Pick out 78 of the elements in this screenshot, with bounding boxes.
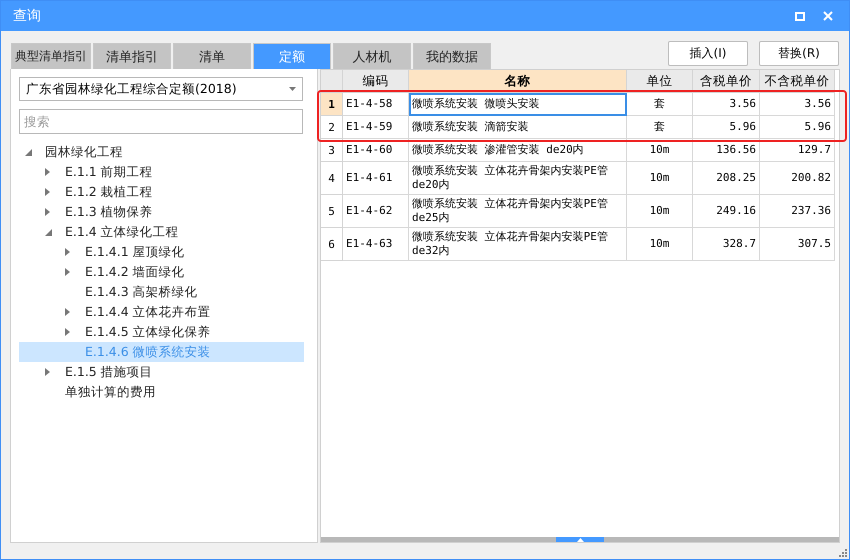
collapsed-caret-icon[interactable] <box>45 368 50 376</box>
table-cell: 微喷系统安装 滴箭安装 <box>409 116 627 139</box>
table-cell: 微喷系统安装 立体花卉骨架内安装PE管de20内 <box>409 162 627 195</box>
table-cell: E1-4-59 <box>343 116 409 139</box>
table-cell: E1-4-60 <box>343 139 409 162</box>
row-number[interactable]: 2 <box>321 116 343 139</box>
tree-item[interactable]: E.1.3 植物保养 <box>19 202 304 222</box>
table-cell: 10m <box>627 228 693 261</box>
table-cell: 249.16 <box>693 195 760 228</box>
tree-item[interactable]: E.1.5 措施项目 <box>19 362 304 382</box>
table-cell: 136.56 <box>693 139 760 162</box>
table-cell: 5.96 <box>760 116 835 139</box>
tree-item[interactable]: E.1.4.4 立体花卉布置 <box>19 302 304 322</box>
tree-item[interactable]: E.1.1 前期工程 <box>19 162 304 182</box>
table-cell: 3.56 <box>760 93 835 116</box>
table-cell: E1-4-62 <box>343 195 409 228</box>
action-button[interactable]: 插入(I) <box>668 41 748 66</box>
table-cell: 套 <box>627 116 693 139</box>
column-header[interactable]: 不含税单价 <box>760 70 835 93</box>
maximize-icon <box>795 12 805 20</box>
collapsed-caret-icon[interactable] <box>45 208 50 216</box>
column-header[interactable]: 含税单价 <box>693 70 760 93</box>
dropdown-caret-icon <box>289 87 296 91</box>
table-cell: 微喷系统安装 微喷头安装 <box>409 93 627 116</box>
row-number[interactable]: 5 <box>321 195 343 228</box>
table-cell: 307.5 <box>760 228 835 261</box>
close-icon <box>823 11 833 21</box>
tree-item[interactable]: E.1.2 栽植工程 <box>19 182 304 202</box>
column-header[interactable]: 单位 <box>627 70 693 93</box>
row-number[interactable]: 3 <box>321 139 343 162</box>
tree-item[interactable]: 园林绿化工程 <box>19 142 304 162</box>
row-number[interactable]: 1 <box>321 93 343 116</box>
search-field[interactable]: 搜索 <box>19 109 303 134</box>
collapsed-caret-icon[interactable] <box>45 168 50 176</box>
collapsed-caret-icon[interactable] <box>65 328 70 336</box>
table-cell: E1-4-63 <box>343 228 409 261</box>
column-header[interactable]: 名称 <box>409 70 627 93</box>
collapsed-caret-icon[interactable] <box>65 248 70 256</box>
table-cell: E1-4-61 <box>343 162 409 195</box>
tree-item[interactable]: E.1.4.3 高架桥绿化 <box>19 282 304 302</box>
tree-item[interactable]: E.1.4.2 墙面绿化 <box>19 262 304 282</box>
tab[interactable]: 清单指引 <box>93 43 171 69</box>
tree-item[interactable]: E.1.4.5 立体绿化保养 <box>19 322 304 342</box>
table-cell: 10m <box>627 195 693 228</box>
collapsed-caret-icon[interactable] <box>45 188 50 196</box>
table-cell: 微喷系统安装 立体花卉骨架内安装PE管de32内 <box>409 228 627 261</box>
table-cell: 10m <box>627 139 693 162</box>
table-cell: E1-4-58 <box>343 93 409 116</box>
table-cell: 200.82 <box>760 162 835 195</box>
tree-item[interactable]: 单独计算的费用 <box>19 382 304 402</box>
table-cell: 129.7 <box>760 139 835 162</box>
row-number[interactable]: 6 <box>321 228 343 261</box>
expanded-caret-icon[interactable] <box>45 228 52 236</box>
collapsed-caret-icon[interactable] <box>65 308 70 316</box>
tree-item[interactable]: E.1.4 立体绿化工程 <box>19 222 304 242</box>
table-cell: 237.36 <box>760 195 835 228</box>
column-header[interactable]: 编码 <box>343 70 409 93</box>
table-cell: 3.56 <box>693 93 760 116</box>
tab[interactable]: 我的数据 <box>413 43 491 69</box>
table-cell: 5.96 <box>693 116 760 139</box>
action-button[interactable]: 替换(R) <box>759 41 839 66</box>
splitter-handle[interactable] <box>556 537 604 542</box>
expanded-caret-icon[interactable] <box>25 148 32 156</box>
collapsed-caret-icon[interactable] <box>65 268 70 276</box>
table-cell: 套 <box>627 93 693 116</box>
row-number[interactable]: 4 <box>321 162 343 195</box>
resize-grip-icon[interactable] <box>839 549 847 557</box>
library-select[interactable]: 广东省园林绿化工程综合定额(2018) <box>19 77 303 101</box>
tab[interactable]: 人材机 <box>333 43 411 69</box>
window-title: 查询 <box>13 7 42 25</box>
table-cell: 208.25 <box>693 162 760 195</box>
table-cell: 微喷系统安装 渗灌管安装 de20内 <box>409 139 627 162</box>
tree-item[interactable]: E.1.4.1 屋顶绿化 <box>19 242 304 262</box>
table-cell: 微喷系统安装 立体花卉骨架内安装PE管de25内 <box>409 195 627 228</box>
tab[interactable]: 典型清单指引 <box>11 43 91 69</box>
table-cell: 10m <box>627 162 693 195</box>
tab[interactable]: 清单 <box>173 43 251 69</box>
table-cell: 328.7 <box>693 228 760 261</box>
